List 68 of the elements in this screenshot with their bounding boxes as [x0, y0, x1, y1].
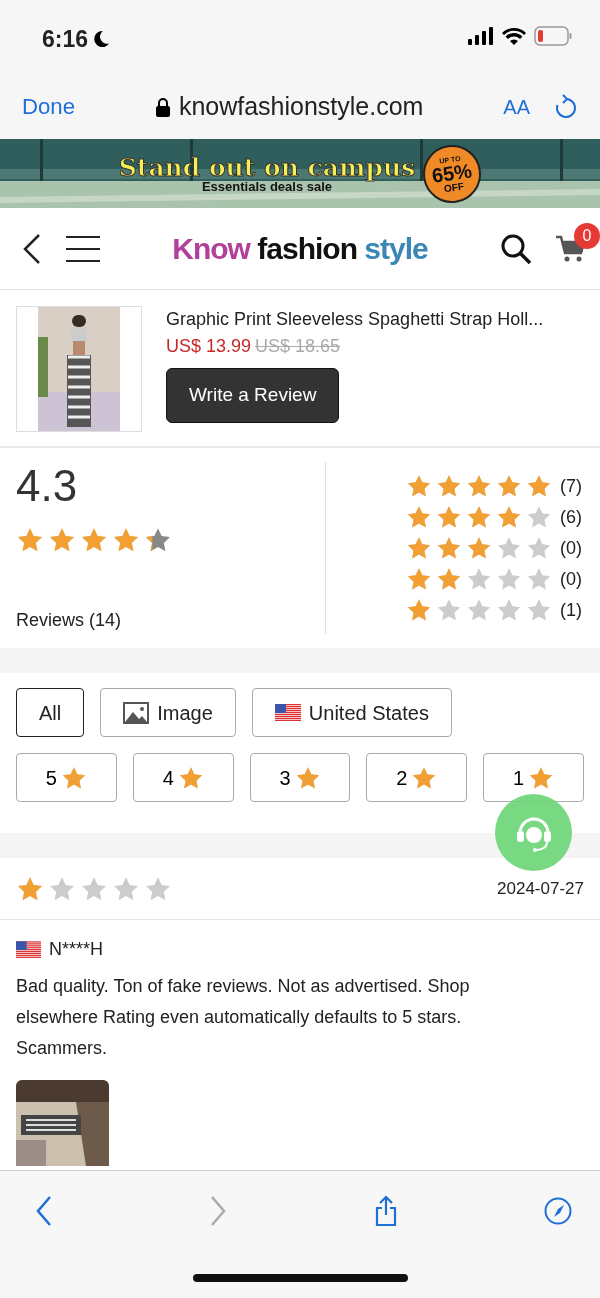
- star-icon: [436, 473, 462, 499]
- star-icon: [436, 566, 462, 592]
- battery-icon: [534, 26, 572, 46]
- review-date: 2024-07-27: [497, 877, 584, 900]
- star-icon: [436, 504, 462, 530]
- flag-icon: [274, 704, 301, 721]
- banner-headline: Stand out on campus: [118, 154, 416, 180]
- star-icon: [406, 504, 432, 530]
- flag-icon: [16, 941, 41, 958]
- star-icon: [466, 473, 492, 499]
- star-icon: [526, 473, 552, 499]
- rating-count: (0): [560, 536, 583, 560]
- signal-icon: [468, 27, 494, 45]
- filter-button[interactable]: All: [16, 688, 85, 737]
- compass-icon[interactable]: [544, 1195, 574, 1227]
- star-filter-button[interactable]: 2: [366, 753, 468, 802]
- star-icon: [496, 535, 522, 561]
- filter-button[interactable]: Image: [100, 688, 236, 737]
- filter-button[interactable]: United States: [251, 688, 452, 737]
- reload-icon[interactable]: [554, 94, 578, 120]
- star-icon: [466, 504, 492, 530]
- star-icon: [406, 535, 432, 561]
- search-icon[interactable]: [500, 232, 532, 265]
- star-icon: [406, 566, 432, 592]
- lock-icon: [154, 97, 171, 117]
- wifi-icon: [502, 27, 526, 45]
- cart-count-badge: 0: [574, 222, 600, 249]
- review-text: Bad quality. Ton of fake reviews. Not as advertised. Shop elsewhere Rating even automatically defaults to 5 stars. Scammers.: [16, 975, 471, 1060]
- star-filter-button[interactable]: 1: [483, 753, 584, 802]
- review-count: Reviews (14): [16, 609, 123, 632]
- star-icon: [496, 504, 522, 530]
- star-icon: [526, 597, 552, 623]
- site-logo[interactable]: Know fashion style: [172, 226, 428, 271]
- original-price: US$ 18.65: [255, 335, 341, 358]
- star-icon: [526, 566, 552, 592]
- image-icon: [123, 701, 150, 724]
- star-filter-button[interactable]: 3: [249, 753, 351, 802]
- moon-icon: [92, 30, 111, 49]
- rating-count: (6): [560, 505, 583, 529]
- url-text[interactable]: knowfashionstyle.com: [178, 88, 424, 126]
- star-icon: [526, 504, 552, 530]
- menu-icon[interactable]: [66, 235, 100, 262]
- star-icon: [466, 535, 492, 561]
- text-size-button[interactable]: AA: [503, 92, 530, 122]
- star-filter-button[interactable]: 4: [132, 753, 234, 802]
- star-icon: [406, 473, 432, 499]
- average-score: 4.3: [16, 462, 79, 511]
- reviewer-name: N****H: [49, 938, 104, 961]
- star-filter-button[interactable]: 5: [16, 753, 117, 802]
- status-time: 6:16: [42, 25, 89, 54]
- sale-price: US$ 13.99: [166, 335, 252, 358]
- product-title[interactable]: Graphic Print Sleeveless Spaghetti Strap Holl...: [166, 306, 544, 333]
- star-icon: [496, 597, 522, 623]
- star-icon: [436, 597, 462, 623]
- star-icon: [466, 566, 492, 592]
- star-icon: [496, 566, 522, 592]
- star-icon: [496, 473, 522, 499]
- write-review-button[interactable]: Write a Review: [166, 368, 340, 423]
- star-icon: [406, 597, 432, 623]
- done-button[interactable]: Done: [22, 90, 76, 124]
- banner-subtitle: Essentials deals sale: [201, 179, 333, 193]
- star-icon: [526, 535, 552, 561]
- rating-count: (1): [560, 598, 583, 622]
- star-icon: [436, 535, 462, 561]
- star-icon: [466, 597, 492, 623]
- rating-count: (0): [560, 567, 583, 591]
- rating-count: (7): [560, 474, 583, 498]
- back-icon[interactable]: [22, 232, 42, 265]
